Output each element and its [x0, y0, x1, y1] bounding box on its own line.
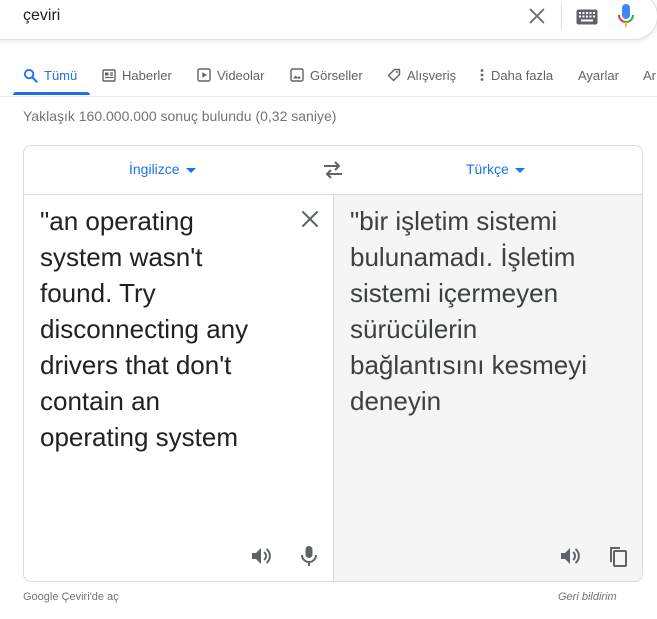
- tag-icon: [387, 68, 401, 82]
- target-line: bağlantısını kesmeyi: [350, 350, 588, 380]
- translate-card: İngilizce Türkçe "an operating system wa…: [23, 145, 643, 582]
- open-in-translate-link[interactable]: Google Çeviri'de aç: [23, 591, 119, 603]
- source-line: system wasn't: [40, 242, 203, 272]
- voice-search-mic-icon[interactable]: [616, 2, 636, 30]
- active-tab-indicator: [13, 92, 90, 95]
- search-divider: [561, 4, 562, 30]
- chevron-down-icon: [185, 167, 196, 173]
- target-line: "bir işletim sistemi: [350, 206, 558, 236]
- search-tabs: Tümü Haberler Videolar Görseller Alışver…: [0, 56, 657, 97]
- source-line: "an operating: [40, 206, 194, 236]
- tab-news[interactable]: Haberler: [102, 56, 172, 94]
- source-language-select[interactable]: İngilizce: [129, 161, 196, 177]
- tab-videos[interactable]: Videolar: [197, 56, 264, 94]
- target-line: bulunamadı. İşletim: [350, 242, 576, 272]
- more-vert-icon: [480, 69, 484, 81]
- search-icon: [23, 68, 38, 83]
- keyboard-icon[interactable]: [576, 9, 598, 25]
- tab-tools[interactable]: Ar: [643, 56, 656, 94]
- tab-all[interactable]: Tümü: [23, 56, 77, 94]
- source-line: operating system: [40, 422, 238, 452]
- target-language-select[interactable]: Türkçe: [466, 161, 525, 177]
- target-line: sürücülerin: [350, 314, 478, 344]
- target-line: deneyin: [350, 386, 442, 416]
- clear-source-icon[interactable]: [299, 208, 321, 230]
- video-icon: [197, 68, 211, 82]
- target-pane: "bir işletim sistemi bulunamadı. İşletim…: [333, 195, 642, 581]
- listen-source-icon[interactable]: [248, 543, 274, 569]
- news-icon: [102, 68, 116, 82]
- listen-translation-icon[interactable]: [557, 543, 583, 569]
- search-box[interactable]: [0, 0, 657, 40]
- chevron-down-icon: [514, 167, 525, 173]
- tab-images[interactable]: Görseller: [290, 56, 363, 94]
- clear-search-icon[interactable]: [526, 5, 548, 27]
- result-stats: Yaklaşık 160.000.000 sonuç bulundu (0,32…: [23, 108, 337, 124]
- search-input[interactable]: çeviri: [23, 6, 60, 26]
- feedback-link[interactable]: Geri bildirim: [558, 591, 617, 603]
- microphone-icon[interactable]: [296, 543, 322, 569]
- tab-shopping[interactable]: Alışveriş: [387, 56, 456, 94]
- image-icon: [290, 68, 304, 82]
- source-line: found. Try: [40, 278, 156, 308]
- tab-more[interactable]: Daha fazla: [479, 56, 553, 94]
- source-text-input[interactable]: "an operating system wasn't found. Try d…: [40, 203, 285, 455]
- translation-output: "bir işletim sistemi bulunamadı. İşletim…: [350, 203, 620, 419]
- language-bar: İngilizce Türkçe: [24, 146, 642, 195]
- copy-icon[interactable]: [605, 543, 631, 569]
- source-line: contain an: [40, 386, 160, 416]
- swap-languages-icon[interactable]: [321, 159, 345, 181]
- source-line: drivers that don't: [40, 350, 232, 380]
- tab-settings[interactable]: Ayarlar: [578, 56, 619, 94]
- target-line: sistemi içermeyen: [350, 278, 559, 308]
- source-line: disconnecting any: [40, 314, 249, 344]
- source-pane: "an operating system wasn't found. Try d…: [24, 195, 333, 581]
